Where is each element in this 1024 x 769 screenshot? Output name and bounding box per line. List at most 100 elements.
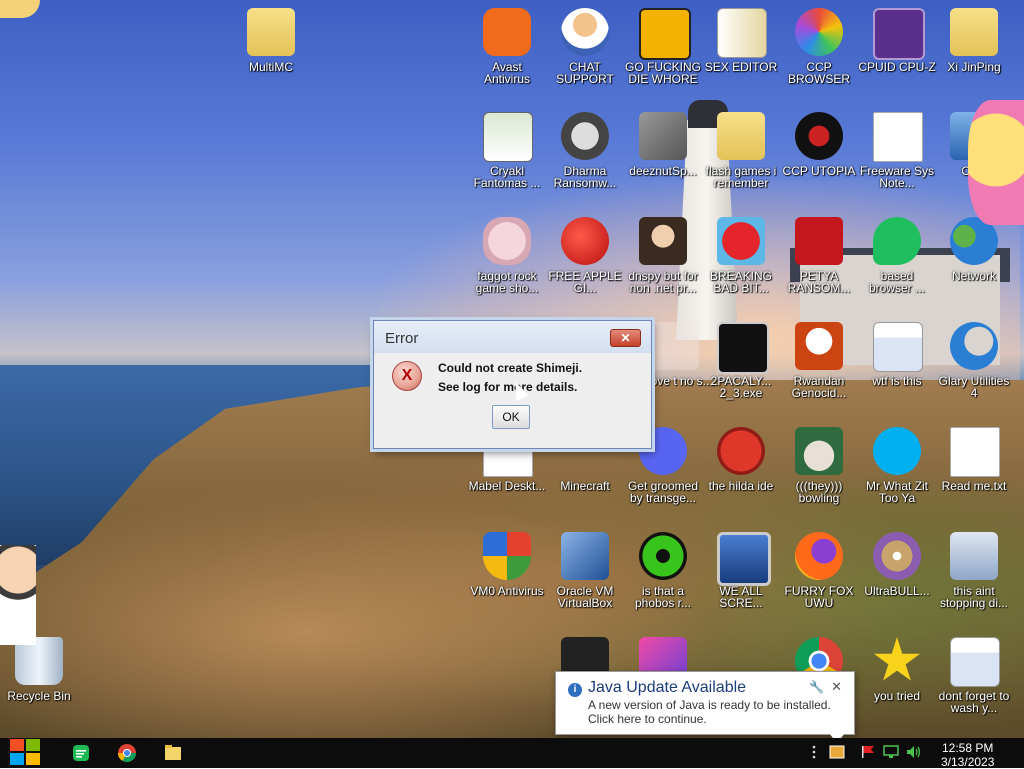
desktop-icon-vm0-antivirus[interactable]: VM0 Antivirus <box>468 528 546 628</box>
ok-button[interactable]: OK <box>492 405 530 429</box>
desktop-icon-sex-editor[interactable]: SEX EDITOR <box>702 4 780 104</box>
desktop-icon-virtualbox[interactable]: Oracle VM VirtualBox <box>546 528 624 628</box>
chat-bubble-icon <box>873 217 921 265</box>
desktop-icon-dharma[interactable]: Dharma Ransomw... <box>546 108 624 208</box>
network-tray-icon[interactable] <box>883 745 899 759</box>
desktop-icon-skype[interactable]: Mr What Zit Too Ya <box>858 423 936 523</box>
shimeji-character-left[interactable] <box>0 545 36 645</box>
chrome-icon[interactable] <box>115 742 139 764</box>
icon-label: Freeware Sys Note... <box>859 164 935 190</box>
desktop-icon-freeware-sys-note[interactable]: Freeware Sys Note... <box>858 108 936 208</box>
desktop-icon-based-browser[interactable]: based browser ... <box>858 213 936 313</box>
clock-time[interactable]: 12:58 PM <box>942 741 993 755</box>
icon-label: FREE APPLE GI... <box>548 269 622 295</box>
dialog-titlebar[interactable]: Error ✕ <box>374 321 651 353</box>
desktop-icon-furry-fox[interactable]: FURRY FOX UWU <box>780 528 858 628</box>
icon-label: Minecraft <box>560 479 610 493</box>
desktop-icon-glary[interactable]: Glary Utilities 4 <box>935 318 1013 418</box>
desktop-icon-chat-support[interactable]: CHAT SUPPORT <box>546 4 624 104</box>
desktop-icon-ccp-utopia[interactable]: CCP UTOPIA <box>780 108 858 208</box>
meme-icon <box>795 322 843 370</box>
icon-label: UltraBULL... <box>864 584 930 598</box>
flag-icon[interactable] <box>860 745 876 759</box>
apple-icon <box>561 217 609 265</box>
desktop-icon-de[interactable]: GO FUCKING DIE WHORE <box>624 4 702 104</box>
document-icon <box>873 112 923 162</box>
desktop-icon-xi-jinping[interactable]: Xi JinPing <box>935 4 1013 104</box>
avast-icon <box>483 8 531 56</box>
desktop-icon-rwandan[interactable]: Rwandan Genocid... <box>780 318 858 418</box>
icon-label: PETYA RANSOM... <box>787 269 851 295</box>
desktop-icon-breaking-bad[interactable]: BREAKING BAD BIT... <box>702 213 780 313</box>
skull-icon <box>561 112 609 160</box>
icon-label: CHAT SUPPORT <box>556 60 614 86</box>
icon-label: BREAKING BAD BIT... <box>709 269 772 295</box>
desktop-icon-ccp-browser[interactable]: CCP BROWSER <box>780 4 858 104</box>
icon-label: VM0 Antivirus <box>470 584 544 598</box>
overflow-icon[interactable] <box>806 745 822 759</box>
desktop-icon-wtf-is-this[interactable]: wtf is this <box>858 318 936 418</box>
icon-label: is that a phobos r... <box>634 584 692 610</box>
x64-icon <box>651 322 699 370</box>
desktop-icon-flash-games[interactable]: flash games i remember <box>702 108 780 208</box>
windows-logo-icon <box>26 753 40 765</box>
notification-body-line2[interactable]: Click here to continue. <box>588 712 707 726</box>
java-update-notification[interactable]: i Java Update Available A new version of… <box>555 671 855 738</box>
desktop-icon-2pacaly[interactable]: 2PACALY... 2_3.exe <box>702 318 780 418</box>
clock-date[interactable]: 3/13/2023 <box>941 755 994 769</box>
desktop-icon-multimc[interactable]: MultiMC <box>232 4 310 104</box>
desktop-icon-cryakl[interactable]: Cryakl Fantomas ... <box>468 108 546 208</box>
desktop-icon-we-all-scream[interactable]: WE ALL SCRE... <box>702 528 780 628</box>
desktop-icon-this-aint-stopping[interactable]: this aint stopping di... <box>935 528 1013 628</box>
desktop-icon-recycle-bin[interactable]: Recycle Bin <box>0 633 78 733</box>
desktop-icon-readme[interactable]: Read me.txt <box>935 423 1013 523</box>
calendar-doc-icon <box>873 322 923 372</box>
desktop-icon-you-tried[interactable]: you tried <box>858 633 936 733</box>
icon-label: you tried <box>873 689 921 703</box>
shimeji-character-right[interactable] <box>968 100 1024 225</box>
desktop-icon-dnspy[interactable]: dnspy but for non .net pr... <box>624 213 702 313</box>
desktop-icon-network[interactable]: Network <box>935 213 1013 313</box>
pc-network-icon <box>950 532 998 580</box>
desktop-icon-avast[interactable]: Avast Antivirus <box>468 4 546 104</box>
notification-title[interactable]: Java Update Available <box>588 679 746 697</box>
calendar-doc-icon <box>950 637 1000 687</box>
file-explorer-icon[interactable] <box>161 742 185 764</box>
shimeji-character-top-left[interactable] <box>0 0 40 18</box>
desktop-icon-bowling[interactable]: (((they))) bowling <box>780 423 858 523</box>
icon-label: dont forget to wash y... <box>938 689 1010 715</box>
desktop-icon-petya[interactable]: PETYA RANSOM... <box>780 213 858 313</box>
pig-icon <box>483 217 531 265</box>
desktop-icon-free-apple[interactable]: FREE APPLE GI... <box>546 213 624 313</box>
desktop-icon-dont-forget[interactable]: dont forget to wash y... <box>935 633 1013 733</box>
shield-icon <box>483 532 531 580</box>
spotify-icon[interactable] <box>69 742 93 764</box>
firefox-icon <box>795 532 843 580</box>
icon-label: Mabel Deskt... <box>468 479 546 493</box>
desktop-icon-cpuz[interactable]: CPUID CPU-Z <box>858 4 936 104</box>
java-update-icon[interactable] <box>829 745 845 759</box>
settings-wrench-icon[interactable]: 🔧 <box>809 680 824 694</box>
desktop-icon-deeznut[interactable]: deeznutSp... <box>624 108 702 208</box>
icon-label: Mr What Zit Too Ya <box>866 479 928 505</box>
window-app-icon <box>483 112 533 162</box>
notification-close-button[interactable]: ✕ <box>831 679 842 695</box>
virtualbox-icon <box>561 532 609 580</box>
icon-label: Get groomed by transge... <box>627 479 699 505</box>
desktop[interactable]: MultiMC Avast Antivirus CHAT SUPPORT GO … <box>0 0 1024 738</box>
icon-label: WE ALL SCRE... <box>719 584 763 610</box>
error-message-line1: Could not create Shimeji. <box>438 361 583 375</box>
desktop-icon-phobos[interactable]: is that a phobos r... <box>624 528 702 628</box>
moon-icon <box>950 322 998 370</box>
notification-body-line1[interactable]: A new version of Java is ready to be ins… <box>588 698 831 712</box>
desktop-icon-rock-game[interactable]: faggot rock game sho... <box>468 213 546 313</box>
dialog-close-button[interactable]: ✕ <box>610 329 641 347</box>
stacked-windows-icon <box>639 112 687 160</box>
desktop-icon-ultrabull[interactable]: UltraBULL... <box>858 528 936 628</box>
desktop-icon-hilda-ide[interactable]: the hilda ide <box>702 423 780 523</box>
start-button[interactable] <box>10 739 42 766</box>
folder-user-icon <box>950 8 998 56</box>
star-icon <box>873 637 921 681</box>
volume-icon[interactable] <box>906 745 922 759</box>
icon-label: this aint stopping di... <box>939 584 1009 610</box>
